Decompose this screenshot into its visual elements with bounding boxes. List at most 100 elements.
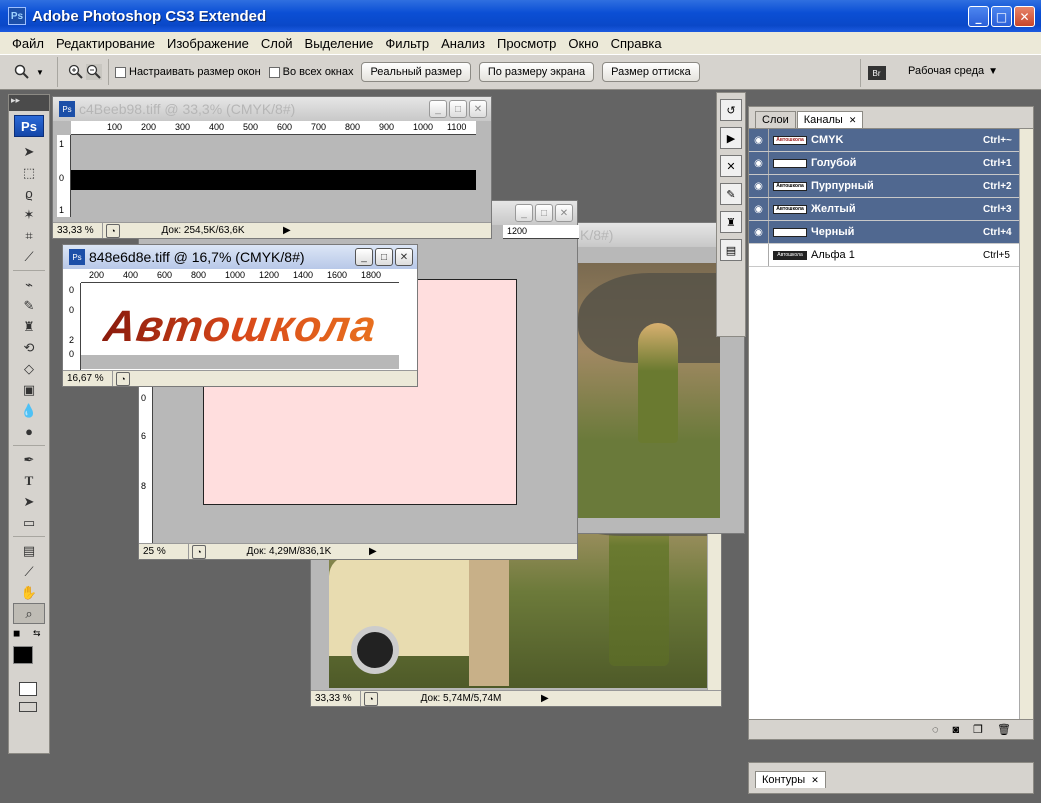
eye-icon[interactable]: ◉ [749, 175, 769, 197]
move-tool-icon[interactable]: ➤ [9, 141, 49, 162]
quick-mask-icon[interactable] [19, 682, 37, 696]
document-title-bar[interactable]: Ps 848e6d8e.tiff @ 16,7% (CMYK/8#) _ □ ✕ [63, 245, 417, 269]
channel-row-black[interactable]: ◉ Черный Ctrl+4 [749, 221, 1033, 244]
status-info-icon[interactable]: ◔ [364, 691, 378, 706]
document-title-bar[interactable]: Ps c4Beeb98.tiff @ 33,3% (CMYK/8#) _ □ ✕ [53, 97, 491, 121]
type-tool-icon[interactable]: T [9, 470, 49, 491]
menu-file[interactable]: Файл [6, 36, 50, 51]
eye-icon[interactable]: ◉ [749, 152, 769, 174]
eyedropper-tool-icon[interactable]: ⟋ [9, 561, 49, 582]
tool-preset-picker[interactable]: ▼ [14, 57, 58, 87]
new-channel-icon[interactable]: ❐ [973, 723, 983, 736]
load-selection-icon[interactable]: ◌ [932, 724, 939, 736]
menu-edit[interactable]: Редактирование [50, 36, 161, 51]
notes-tool-icon[interactable]: ▤ [9, 540, 49, 561]
eye-icon[interactable]: ◉ [749, 198, 769, 220]
menu-filter[interactable]: Фильтр [379, 36, 435, 51]
all-windows-checkbox[interactable] [268, 66, 280, 78]
menu-help[interactable]: Справка [605, 36, 668, 51]
tab-layers[interactable]: Слои [755, 111, 796, 128]
clone-source-panel-icon[interactable]: ♜ [720, 211, 742, 233]
banner-canvas[interactable]: Автошкола [81, 299, 399, 355]
toolbox-header[interactable]: ▸▸ [9, 95, 49, 111]
menu-select[interactable]: Выделение [299, 36, 380, 51]
foreground-color-swatch[interactable] [13, 646, 33, 664]
zoom-level-field[interactable]: 25 % [139, 544, 189, 559]
minimize-button[interactable]: _ [355, 248, 373, 266]
zoom-tool-icon[interactable]: ⌕ [13, 603, 45, 624]
shape-tool-icon[interactable]: ▭ [9, 512, 49, 533]
zoom-out-icon[interactable] [86, 64, 102, 80]
zoom-level-field[interactable]: 33,33 % [311, 691, 361, 706]
maximize-button[interactable]: □ [991, 6, 1012, 27]
workspace-dropdown[interactable]: Рабочая среда ▼ [908, 65, 998, 77]
tool-presets-panel-icon[interactable]: ✕ [720, 155, 742, 177]
gradient-tool-icon[interactable]: ▣ [9, 379, 49, 400]
maximize-button[interactable]: □ [449, 100, 467, 118]
actions-panel-icon[interactable]: ▶ [720, 127, 742, 149]
bridge-button[interactable]: Br [860, 59, 892, 87]
menu-image[interactable]: Изображение [161, 36, 255, 51]
print-size-button[interactable]: Размер оттиска [602, 62, 700, 82]
menu-analysis[interactable]: Анализ [435, 36, 491, 51]
status-info-icon[interactable]: ◔ [106, 223, 120, 238]
slice-tool-icon[interactable]: ⟋ [9, 246, 49, 267]
minimize-button[interactable]: _ [429, 100, 447, 118]
resize-windows-option[interactable]: Настраивать размер окон [115, 66, 261, 78]
healing-brush-tool-icon[interactable]: ⌁ [9, 274, 49, 295]
lasso-tool-icon[interactable]: ϱ [9, 183, 49, 204]
channel-row-cyan[interactable]: ◉ Голубой Ctrl+1 [749, 152, 1033, 175]
actual-pixels-button[interactable]: Реальный размер [361, 62, 471, 82]
blur-tool-icon[interactable]: 💧 [9, 400, 49, 421]
minimize-button[interactable]: _ [515, 204, 533, 222]
layer-comps-panel-icon[interactable]: ▤ [720, 239, 742, 261]
eye-icon[interactable]: ◉ [749, 221, 769, 243]
swap-colors-icon[interactable]: ⇆ [33, 628, 41, 639]
zoom-level-field[interactable]: 33,33 % [53, 223, 103, 238]
marquee-tool-icon[interactable]: ⬚ [9, 162, 49, 183]
default-colors-icon[interactable]: ◼ [13, 628, 20, 639]
eye-icon-hidden[interactable] [749, 244, 769, 266]
eye-icon[interactable]: ◉ [749, 129, 769, 151]
maximize-button[interactable]: □ [375, 248, 393, 266]
hand-tool-icon[interactable]: ✋ [9, 582, 49, 603]
tab-channels[interactable]: Каналы ✕ [796, 111, 864, 128]
horizontal-scrollbar[interactable] [554, 691, 721, 706]
channel-row-alpha-1[interactable]: Автошкола Альфа 1 Ctrl+5 [749, 244, 1033, 267]
horizontal-scrollbar[interactable] [133, 371, 417, 386]
magic-wand-tool-icon[interactable]: ✶ [9, 204, 49, 225]
crop-tool-icon[interactable]: ⌗ [9, 225, 49, 246]
menu-layer[interactable]: Слой [255, 36, 299, 51]
status-menu-arrow-icon[interactable]: ▶ [369, 546, 377, 557]
vertical-scrollbar[interactable] [1019, 129, 1033, 719]
status-menu-arrow-icon[interactable]: ▶ [541, 693, 549, 704]
menu-window[interactable]: Окно [562, 36, 604, 51]
brushes-panel-icon[interactable]: ✎ [720, 183, 742, 205]
path-selection-tool-icon[interactable]: ➤ [9, 491, 49, 512]
zoom-in-icon[interactable] [68, 64, 84, 80]
all-windows-option[interactable]: Во всех окнах [268, 66, 353, 78]
menu-view[interactable]: Просмотр [491, 36, 562, 51]
history-panel-icon[interactable]: ↺ [720, 99, 742, 121]
close-icon[interactable]: ✕ [849, 115, 857, 125]
resize-windows-checkbox[interactable] [115, 66, 126, 78]
close-button[interactable]: ✕ [555, 204, 573, 222]
status-menu-arrow-icon[interactable]: ▶ [283, 225, 291, 236]
screen-mode-icon[interactable] [19, 702, 37, 712]
channel-row-yellow[interactable]: ◉ Автошкола Желтый Ctrl+3 [749, 198, 1033, 221]
clone-stamp-tool-icon[interactable]: ♜ [9, 316, 49, 337]
channel-row-cmyk[interactable]: ◉ Автошкола CMYK Ctrl+~ [749, 129, 1033, 152]
minimize-button[interactable]: _ [968, 6, 989, 27]
maximize-button[interactable]: □ [535, 204, 553, 222]
status-info-icon[interactable]: ◔ [116, 371, 130, 386]
brush-tool-icon[interactable]: ✎ [9, 295, 49, 316]
fit-screen-button[interactable]: По размеру экрана [478, 62, 595, 82]
zoom-level-field[interactable]: 16,67 % [63, 371, 113, 386]
channel-row-magenta[interactable]: ◉ Автошкола Пурпурный Ctrl+2 [749, 175, 1033, 198]
history-brush-tool-icon[interactable]: ⟲ [9, 337, 49, 358]
delete-channel-icon[interactable]: 🗑 [997, 723, 1011, 736]
tab-paths[interactable]: Контуры ✕ [755, 771, 826, 788]
status-info-icon[interactable]: ◔ [192, 544, 206, 559]
ps-logo[interactable]: Ps [14, 115, 44, 137]
pen-tool-icon[interactable]: ✒ [9, 449, 49, 470]
